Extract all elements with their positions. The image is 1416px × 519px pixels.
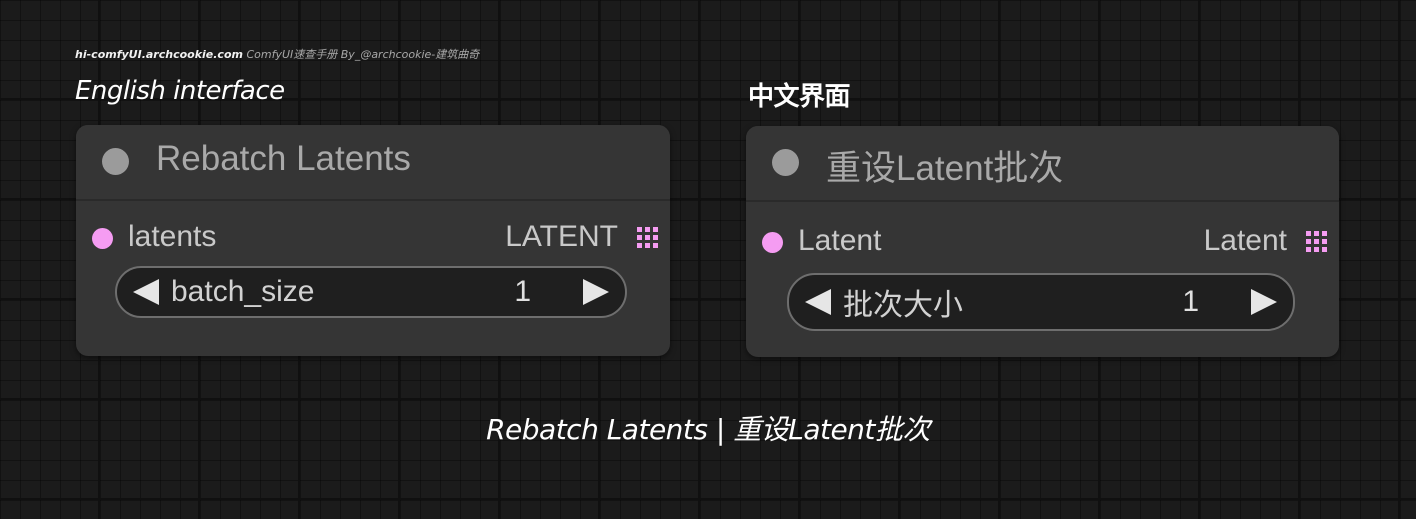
latent-output-type: Latent	[1203, 224, 1287, 257]
chinese-interface-label: 中文界面	[748, 82, 851, 112]
latents-input-label: latents	[128, 220, 217, 253]
node-header[interactable]: Rebatch Latents	[76, 125, 670, 201]
batch-size-label: 批次大小	[843, 289, 963, 322]
node-header[interactable]: 重设Latent批次	[746, 126, 1339, 202]
decrement-arrow-icon[interactable]	[805, 289, 831, 315]
node-canvas[interactable]: hi-comfyUI.archcookie.com ComfyUI速查手册 By…	[0, 0, 1416, 519]
decrement-arrow-icon[interactable]	[133, 279, 159, 305]
batch-size-widget[interactable]: 批次大小 1	[787, 273, 1295, 331]
latents-input-dot-icon[interactable]	[92, 228, 113, 249]
rebatch-latents-node-english[interactable]: Rebatch Latents latents LATENT batch_siz…	[76, 125, 670, 356]
latents-slot-row: latents LATENT	[76, 201, 670, 259]
node-title: 重设Latent批次	[826, 149, 1064, 188]
increment-arrow-icon[interactable]	[583, 279, 609, 305]
node-collapse-dot-icon[interactable]	[102, 148, 129, 175]
batch-size-widget[interactable]: batch_size 1	[115, 266, 627, 318]
rebatch-latents-node-chinese[interactable]: 重设Latent批次 Latent Latent 批次大小 1	[746, 126, 1339, 357]
latent-output-grid-icon[interactable]	[1306, 231, 1327, 252]
node-title: Rebatch Latents	[156, 139, 411, 178]
english-interface-label: English interface	[75, 76, 285, 106]
latent-slot-row: Latent Latent	[746, 202, 1339, 266]
latent-output-grid-icon[interactable]	[637, 227, 658, 248]
latent-output-type: LATENT	[505, 220, 618, 253]
increment-arrow-icon[interactable]	[1251, 289, 1277, 315]
batch-size-label: batch_size	[171, 275, 315, 308]
watermark-domain: hi-comfyUI.archcookie.com	[75, 48, 243, 61]
batch-size-value[interactable]: 1	[1182, 285, 1199, 319]
latent-input-label: Latent	[798, 224, 882, 257]
latent-input-dot-icon[interactable]	[762, 232, 783, 253]
node-collapse-dot-icon[interactable]	[772, 149, 799, 176]
batch-size-value[interactable]: 1	[514, 275, 531, 309]
watermark: hi-comfyUI.archcookie.com ComfyUI速查手册 By…	[75, 46, 479, 62]
node-caption: Rebatch Latents | 重设Latent批次	[486, 413, 930, 446]
watermark-credit: ComfyUI速查手册 By_@archcookie-建筑曲奇	[242, 48, 480, 61]
